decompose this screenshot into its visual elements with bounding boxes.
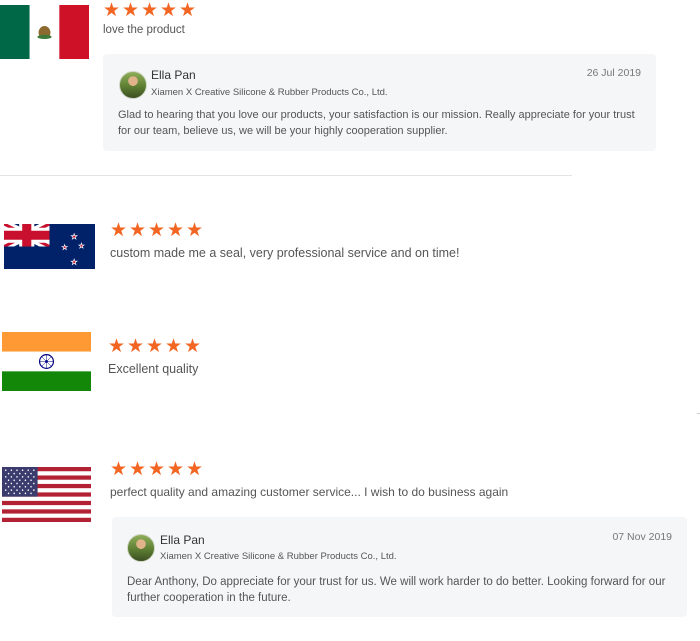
star-icon: ★ <box>109 459 128 480</box>
rating-stars: ★ ★ ★ ★ ★ <box>107 337 202 356</box>
star-icon: ★ <box>166 459 185 480</box>
reply-company: Xiamen X Creative Silicone & Rubber Prod… <box>160 551 397 562</box>
reply-date: 26 Jul 2019 <box>586 67 641 79</box>
star-icon: ★ <box>121 0 140 21</box>
star-icon: ★ <box>183 336 202 357</box>
new-zealand-flag-icon: ★ ★ ★ ★ <box>4 224 95 269</box>
star-icon: ★ <box>109 220 128 241</box>
mexico-flag-icon <box>0 5 89 59</box>
star-icon: ★ <box>166 220 185 241</box>
svg-text:★: ★ <box>78 243 84 250</box>
star-icon: ★ <box>185 220 204 241</box>
rating-stars: ★ ★ ★ ★ ★ <box>109 221 204 240</box>
reply-company: Xiamen X Creative Silicone & Rubber Prod… <box>151 87 388 98</box>
star-icon: ★ <box>147 459 166 480</box>
review-item: ★ ★ ★ ★ ★ love the product Ella Pan Xiam… <box>0 0 700 175</box>
star-icon: ★ <box>164 336 183 357</box>
reply-author: Ella Pan <box>151 68 196 82</box>
star-icon: ★ <box>107 336 126 357</box>
reply-author: Ella Pan <box>160 533 205 547</box>
reply-date: 07 Nov 2019 <box>612 531 672 543</box>
avatar <box>119 71 147 99</box>
rating-stars: ★ ★ ★ ★ ★ <box>102 1 197 20</box>
avatar <box>127 534 155 562</box>
review-item: ★ ★ ★ ★ ★ ★ ★ ★ ★ custom made me a seal,… <box>0 176 700 286</box>
star-icon: ★ <box>140 0 159 21</box>
svg-text:★: ★ <box>71 232 78 241</box>
star-icon: ★ <box>128 220 147 241</box>
review-item: ★ ★ ★ ★ ★ perfect quality and amazing cu… <box>0 440 700 640</box>
reply-text-line: for our team, believe us, we will be you… <box>118 125 448 137</box>
star-icon: ★ <box>145 336 164 357</box>
star-icon: ★ <box>147 220 166 241</box>
svg-text:★: ★ <box>71 258 78 267</box>
india-flag-icon <box>2 332 91 391</box>
reply-text-line: Dear Anthony, Do appreciate for your tru… <box>127 576 666 588</box>
rating-stars: ★ ★ ★ ★ ★ <box>109 460 204 479</box>
review-comment: custom made me a seal, very professional… <box>110 246 460 260</box>
usa-flag-icon <box>2 467 91 522</box>
supplier-reply: Ella Pan Xiamen X Creative Silicone & Ru… <box>112 517 687 617</box>
supplier-reply: Ella Pan Xiamen X Creative Silicone & Ru… <box>103 54 656 151</box>
star-icon: ★ <box>128 459 147 480</box>
review-comment: Excellent quality <box>108 362 199 376</box>
star-icon: ★ <box>159 0 178 21</box>
reply-text-line: Glad to hearing that you love our produc… <box>118 109 635 121</box>
star-icon: ★ <box>126 336 145 357</box>
svg-text:★: ★ <box>62 245 68 252</box>
review-item: ★ ★ ★ ★ ★ Excellent quality <box>0 320 700 410</box>
star-icon: ★ <box>102 0 121 21</box>
reply-text-line: further cooperation in the future. <box>127 592 291 604</box>
review-comment: love the product <box>103 24 185 36</box>
star-icon: ★ <box>185 459 204 480</box>
star-icon: ★ <box>178 0 197 21</box>
review-comment: perfect quality and amazing customer ser… <box>110 485 509 499</box>
